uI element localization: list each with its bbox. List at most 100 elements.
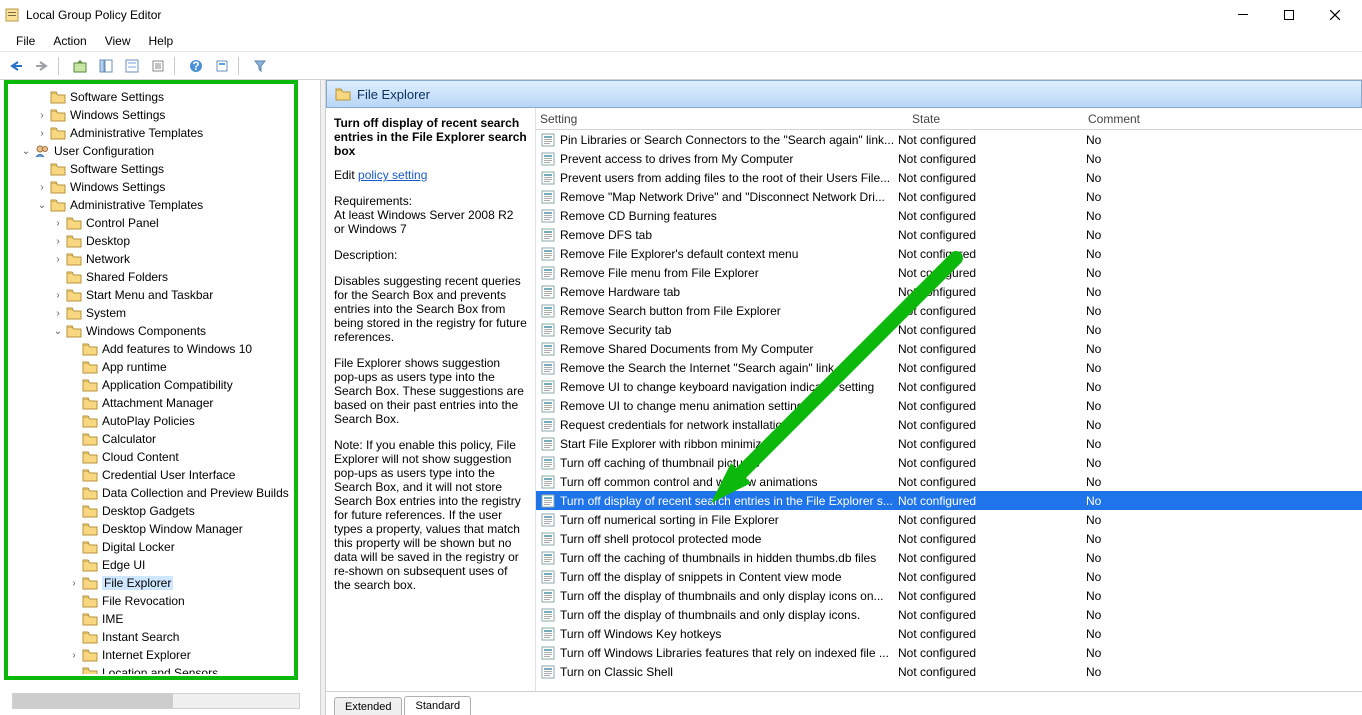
- forward-button[interactable]: [30, 55, 54, 77]
- tree-item[interactable]: File Revocation: [2, 592, 318, 610]
- edit-policy-link[interactable]: policy setting: [358, 168, 427, 182]
- tree-item[interactable]: Digital Locker: [2, 538, 318, 556]
- twisty-icon[interactable]: ›: [34, 182, 50, 193]
- tree-item[interactable]: Data Collection and Preview Builds: [2, 484, 318, 502]
- setting-row[interactable]: Turn off display of recent search entrie…: [536, 491, 1362, 510]
- setting-row[interactable]: Remove the Search the Internet "Search a…: [536, 358, 1362, 377]
- setting-row[interactable]: Request credentials for network installa…: [536, 415, 1362, 434]
- menu-view[interactable]: View: [97, 31, 139, 51]
- setting-row[interactable]: Remove File Explorer's default context m…: [536, 244, 1362, 263]
- setting-row[interactable]: Prevent access to drives from My Compute…: [536, 149, 1362, 168]
- tree-item[interactable]: Application Compatibility: [2, 376, 318, 394]
- column-setting[interactable]: Setting: [540, 112, 894, 126]
- tab-extended[interactable]: Extended: [334, 697, 402, 715]
- tree-item[interactable]: Desktop Gadgets: [2, 502, 318, 520]
- setting-row[interactable]: Remove Shared Documents from My Computer…: [536, 339, 1362, 358]
- setting-row[interactable]: Turn off Windows Key hotkeysNot configur…: [536, 624, 1362, 643]
- tree-item[interactable]: Software Settings: [2, 160, 318, 178]
- tree-item[interactable]: Cloud Content: [2, 448, 318, 466]
- tree-item[interactable]: ⌄User Configuration: [2, 142, 318, 160]
- tree-item[interactable]: ›Administrative Templates: [2, 124, 318, 142]
- setting-row[interactable]: Start File Explorer with ribbon minimize…: [536, 434, 1362, 453]
- setting-row[interactable]: Turn off the display of thumbnails and o…: [536, 605, 1362, 624]
- setting-row[interactable]: Turn on Classic ShellNot configuredNo: [536, 662, 1362, 681]
- tree-item[interactable]: Shared Folders: [2, 268, 318, 286]
- setting-row[interactable]: Turn off the display of snippets in Cont…: [536, 567, 1362, 586]
- close-button[interactable]: [1312, 0, 1358, 30]
- twisty-icon[interactable]: ›: [34, 110, 50, 121]
- help-button[interactable]: ?: [184, 55, 208, 77]
- twisty-icon[interactable]: ›: [50, 254, 66, 265]
- twisty-icon[interactable]: ›: [50, 308, 66, 319]
- tree-item[interactable]: Add features to Windows 10: [2, 340, 318, 358]
- back-button[interactable]: [4, 55, 28, 77]
- setting-row[interactable]: Pin Libraries or Search Connectors to th…: [536, 130, 1362, 149]
- setting-row[interactable]: Turn off shell protocol protected modeNo…: [536, 529, 1362, 548]
- tab-standard[interactable]: Standard: [404, 696, 471, 715]
- tree-item[interactable]: ›Desktop: [2, 232, 318, 250]
- tree-item[interactable]: AutoPlay Policies: [2, 412, 318, 430]
- tree-item[interactable]: Location and Sensors: [2, 664, 318, 674]
- menu-help[interactable]: Help: [141, 31, 182, 51]
- refresh-button[interactable]: [210, 55, 234, 77]
- setting-row[interactable]: Turn off caching of thumbnail picturesNo…: [536, 453, 1362, 472]
- titlebar[interactable]: Local Group Policy Editor: [0, 0, 1362, 30]
- tree-item[interactable]: Software Settings: [2, 88, 318, 106]
- tree-item[interactable]: ›Windows Settings: [2, 178, 318, 196]
- column-comment[interactable]: Comment: [1054, 112, 1184, 126]
- menu-action[interactable]: Action: [45, 31, 94, 51]
- setting-row[interactable]: Turn off numerical sorting in File Explo…: [536, 510, 1362, 529]
- horizontal-scrollbar[interactable]: [12, 693, 300, 709]
- setting-row[interactable]: Prevent users from adding files to the r…: [536, 168, 1362, 187]
- tree-item[interactable]: Calculator: [2, 430, 318, 448]
- setting-row[interactable]: Turn off Windows Libraries features that…: [536, 643, 1362, 662]
- setting-row[interactable]: Remove Security tabNot configuredNo: [536, 320, 1362, 339]
- setting-row[interactable]: Remove File menu from File ExplorerNot c…: [536, 263, 1362, 282]
- twisty-icon[interactable]: ⌄: [18, 146, 34, 157]
- setting-row[interactable]: Remove DFS tabNot configuredNo: [536, 225, 1362, 244]
- twisty-icon[interactable]: ⌄: [50, 326, 66, 337]
- setting-row[interactable]: Remove "Map Network Drive" and "Disconne…: [536, 187, 1362, 206]
- setting-row[interactable]: Remove Hardware tabNot configuredNo: [536, 282, 1362, 301]
- twisty-icon[interactable]: ›: [50, 218, 66, 229]
- tree-item[interactable]: Attachment Manager: [2, 394, 318, 412]
- twisty-icon[interactable]: ⌄: [34, 200, 50, 211]
- show-hide-tree-button[interactable]: [94, 55, 118, 77]
- tree-item[interactable]: Instant Search: [2, 628, 318, 646]
- menu-file[interactable]: File: [8, 31, 43, 51]
- tree-item[interactable]: ›Control Panel: [2, 214, 318, 232]
- up-button[interactable]: [68, 55, 92, 77]
- twisty-icon[interactable]: ›: [50, 236, 66, 247]
- setting-row[interactable]: Remove UI to change menu animation setti…: [536, 396, 1362, 415]
- tree-item[interactable]: Desktop Window Manager: [2, 520, 318, 538]
- tree-item[interactable]: App runtime: [2, 358, 318, 376]
- twisty-icon[interactable]: ›: [66, 578, 82, 589]
- setting-row[interactable]: Remove CD Burning featuresNot configured…: [536, 206, 1362, 225]
- tree-item[interactable]: ›Network: [2, 250, 318, 268]
- tree-item[interactable]: Edge UI: [2, 556, 318, 574]
- tree-label: File Explorer: [102, 576, 173, 590]
- properties-button[interactable]: [120, 55, 144, 77]
- twisty-icon[interactable]: ›: [34, 128, 50, 139]
- tree-item[interactable]: ›Internet Explorer: [2, 646, 318, 664]
- setting-row[interactable]: Remove Search button from File ExplorerN…: [536, 301, 1362, 320]
- tree-item[interactable]: ›Windows Settings: [2, 106, 318, 124]
- tree-item[interactable]: ›Start Menu and Taskbar: [2, 286, 318, 304]
- tree-item[interactable]: ⌄Windows Components: [2, 322, 318, 340]
- maximize-button[interactable]: [1266, 0, 1312, 30]
- twisty-icon[interactable]: ›: [66, 650, 82, 661]
- column-state[interactable]: State: [894, 112, 1054, 126]
- setting-row[interactable]: Turn off the display of thumbnails and o…: [536, 586, 1362, 605]
- tree-item[interactable]: Credential User Interface: [2, 466, 318, 484]
- tree-item[interactable]: IME: [2, 610, 318, 628]
- tree-item[interactable]: › File Explorer: [2, 574, 318, 592]
- twisty-icon[interactable]: ›: [50, 290, 66, 301]
- minimize-button[interactable]: [1220, 0, 1266, 30]
- export-button[interactable]: [146, 55, 170, 77]
- setting-row[interactable]: Remove UI to change keyboard navigation …: [536, 377, 1362, 396]
- tree-item[interactable]: ›System: [2, 304, 318, 322]
- setting-row[interactable]: Turn off common control and window anima…: [536, 472, 1362, 491]
- tree-item[interactable]: ⌄Administrative Templates: [2, 196, 318, 214]
- setting-row[interactable]: Turn off the caching of thumbnails in hi…: [536, 548, 1362, 567]
- filter-button[interactable]: [248, 55, 272, 77]
